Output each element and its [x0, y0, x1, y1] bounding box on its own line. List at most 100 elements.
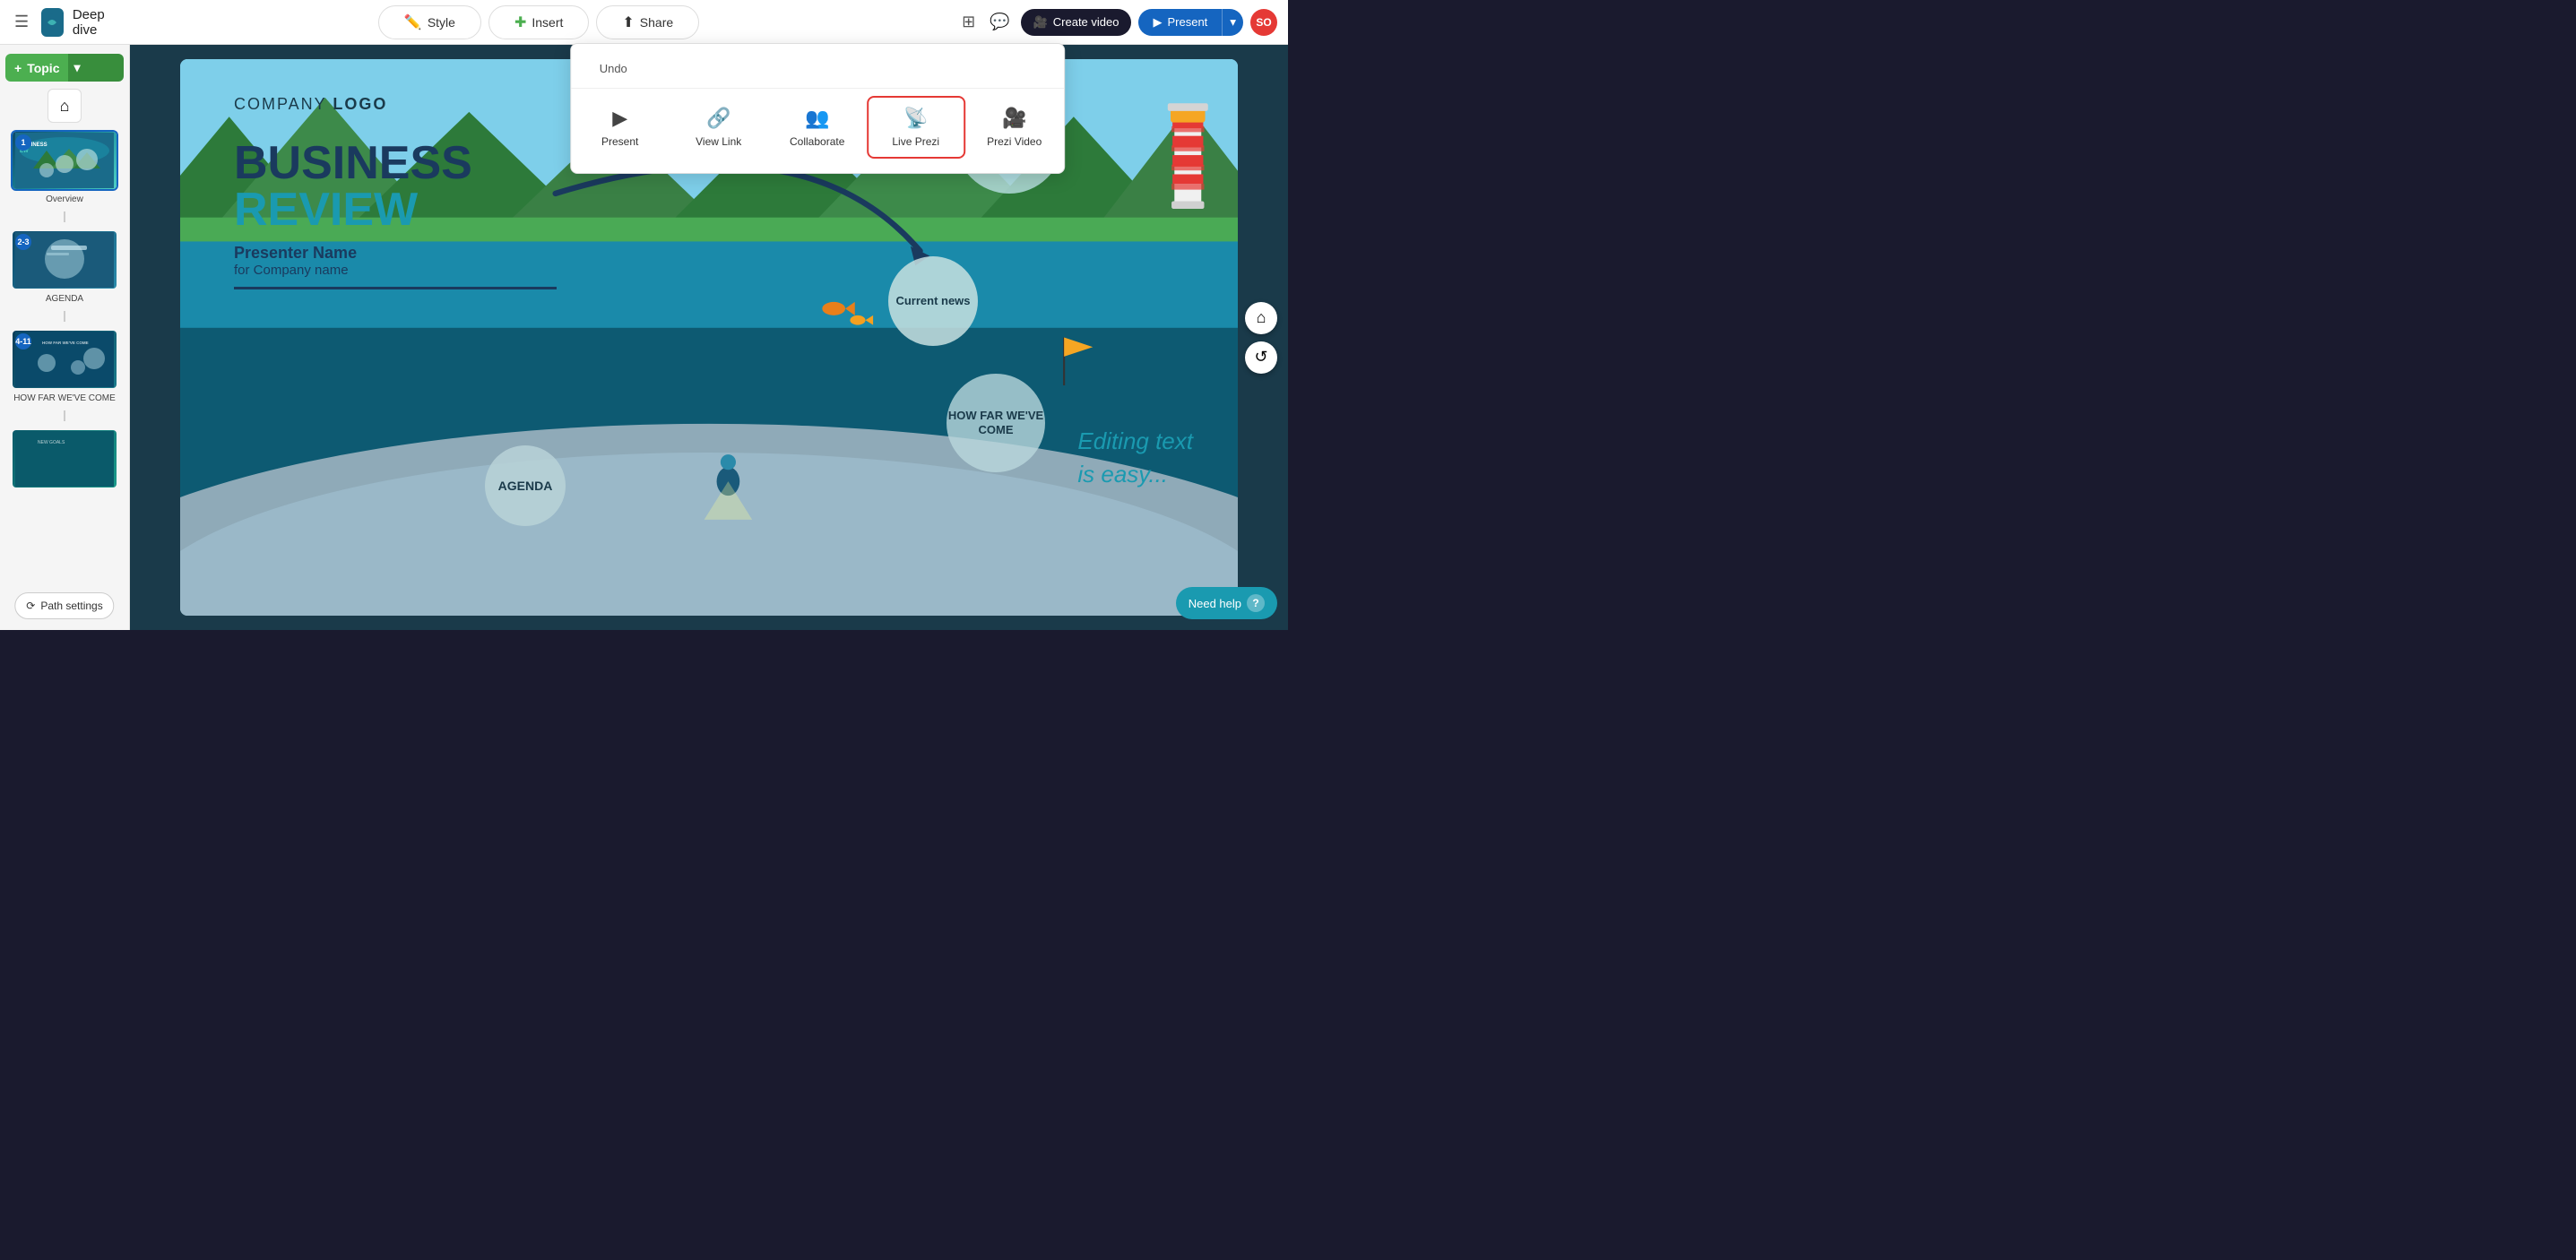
viewlink-label: View Link — [696, 135, 741, 148]
back-side-button[interactable]: ↺ — [1245, 341, 1277, 374]
review-text: REVIEW — [234, 186, 557, 233]
share-liveprezi-item[interactable]: 📡 Live Prezi — [867, 96, 965, 159]
topic-button[interactable]: + Topic — [5, 54, 68, 82]
need-help-label: Need help — [1189, 597, 1241, 610]
share-icon: ⬆ — [622, 13, 634, 31]
svg-text:HOW FAR WE'VE COME: HOW FAR WE'VE COME — [42, 341, 89, 345]
liveprezi-label: Live Prezi — [892, 135, 939, 148]
path-settings-label: Path settings — [40, 600, 102, 612]
slide-thumb-overview: 1 BUSINESSEW — [11, 130, 118, 191]
present-dropdown-button[interactable]: ▾ — [1222, 9, 1243, 36]
slide-preview-newgoals: NEW GOALS — [13, 430, 117, 488]
right-side-buttons: ⌂ ↺ — [1245, 302, 1277, 374]
present-main-button[interactable]: ▶ Present — [1138, 9, 1222, 36]
present-play-icon: ▶ — [612, 107, 627, 130]
style-label: Style — [428, 15, 455, 30]
link-icon: 🔗 — [706, 107, 730, 130]
slide-overview[interactable]: 1 BUSINESSEW Overview — [11, 130, 118, 204]
collaborate-label: Collaborate — [790, 135, 844, 148]
path-settings-icon: ⟳ — [26, 600, 35, 612]
agenda-circle[interactable]: AGENDA — [485, 445, 566, 526]
slide-thumb-agenda: 2-3 — [11, 229, 118, 290]
chat-button[interactable]: 💬 — [986, 9, 1013, 35]
slide-preview-overview: 1 BUSINESSEW — [13, 132, 117, 189]
plus-icon: + — [14, 61, 22, 75]
grid-view-button[interactable]: ⊞ — [958, 9, 979, 35]
share-button[interactable]: ⬆ Share — [596, 5, 699, 39]
app-logo — [41, 8, 64, 37]
slide-howfar[interactable]: 4-11 HOW FAR WE'VE COME HOW FAR WE'VE CO… — [11, 329, 118, 403]
slide-badge-1: 1 — [15, 134, 31, 151]
home-button[interactable]: ⌂ — [48, 89, 82, 123]
presenter-name: Presenter Name — [234, 244, 557, 263]
slide-label-overview: Overview — [46, 194, 83, 204]
style-icon: ✏️ — [404, 13, 422, 31]
home-side-button[interactable]: ⌂ — [1245, 302, 1277, 334]
svg-text:NEW GOALS: NEW GOALS — [38, 440, 65, 445]
present-label: Present — [1167, 15, 1207, 29]
liveprezi-icon: 📡 — [903, 107, 928, 130]
undo-button[interactable]: Undo — [585, 56, 642, 81]
top-bar-left: ☰ Deep dive — [0, 7, 130, 38]
collaborate-icon: 👥 — [805, 107, 829, 130]
user-avatar[interactable]: SO — [1250, 9, 1277, 36]
question-mark: ? — [1252, 597, 1258, 609]
presenter-company: for Company name — [234, 263, 557, 278]
business-review-text: BUSINESS REVIEW Presenter Name for Compa… — [234, 140, 557, 289]
share-label: Share — [640, 15, 673, 30]
editing-text: Editing text is easy... — [1077, 425, 1193, 490]
nav-buttons: ✏️ Style ✚ Insert ⬆ Share — [130, 5, 947, 39]
video-camera-icon: 🎥 — [1033, 15, 1048, 30]
sidebar: + Topic ▾ ⌂ 1 BUSINESSEW Overview 2-3 AG… — [0, 45, 130, 630]
company-logo: COMPANY LOGO — [234, 95, 387, 114]
present-button-group: ▶ Present ▾ — [1138, 9, 1243, 36]
topic-label: Topic — [27, 61, 59, 75]
create-video-label: Create video — [1053, 15, 1119, 29]
slide-connector-3 — [64, 410, 65, 421]
slide-badge-411: 4-11 — [15, 333, 31, 350]
slide-connector-1 — [64, 211, 65, 222]
how-far-label: HOW FAR WE'VE COME — [947, 409, 1045, 436]
need-help-button[interactable]: Need help ? — [1176, 587, 1277, 619]
current-news-label: Current news — [895, 294, 970, 308]
path-settings-button[interactable]: ⟳ Path settings — [14, 592, 114, 619]
hamburger-menu-button[interactable]: ☰ — [11, 9, 32, 35]
prezivideo-icon: 🎥 — [1002, 107, 1026, 130]
editing-text-line2: is easy... — [1077, 461, 1168, 488]
insert-button[interactable]: ✚ Insert — [488, 5, 589, 39]
agenda-label: AGENDA — [498, 479, 553, 494]
current-news-circle[interactable]: Current news — [888, 256, 978, 346]
topic-arrow-button[interactable]: ▾ — [68, 54, 124, 82]
slide-newgoals[interactable]: NEW GOALS — [11, 428, 118, 489]
share-viewlink-item[interactable]: 🔗 View Link — [670, 96, 768, 159]
how-far-circle[interactable]: HOW FAR WE'VE COME — [947, 374, 1045, 472]
share-prezivideo-item[interactable]: 🎥 Prezi Video — [965, 96, 1064, 159]
home-icon: ⌂ — [60, 97, 70, 116]
slide-label-howfar: HOW FAR WE'VE COME — [13, 393, 116, 403]
slide-preview-agenda: 2-3 — [13, 231, 117, 289]
share-collaborate-item[interactable]: 👥 Collaborate — [768, 96, 867, 159]
present-item-label: Present — [601, 135, 638, 148]
slide-thumb-newgoals: NEW GOALS — [11, 428, 118, 489]
prezivideo-label: Prezi Video — [987, 135, 1042, 148]
slide-thumb-howfar: 4-11 HOW FAR WE'VE COME — [11, 329, 118, 390]
slide-label-agenda: AGENDA — [46, 294, 83, 304]
top-bar: ☰ Deep dive ✏️ Style ✚ Insert ⬆ Share Un… — [0, 0, 1288, 45]
insert-icon: ✚ — [514, 13, 526, 31]
slide-badge-23: 2-3 — [15, 234, 31, 250]
share-dropdown: Undo ▶ Present 🔗 View Link 👥 Collaborate… — [570, 43, 1065, 174]
business-text: BUSINESS — [234, 140, 557, 186]
slide-agenda[interactable]: 2-3 AGENDA — [11, 229, 118, 304]
share-present-item[interactable]: ▶ Present — [571, 96, 670, 159]
create-video-button[interactable]: 🎥 Create video — [1021, 9, 1132, 36]
insert-label: Insert — [532, 15, 563, 30]
topic-button-group: + Topic ▾ — [5, 54, 124, 82]
top-bar-right: ⊞ 💬 🎥 Create video ▶ Present ▾ SO — [947, 9, 1288, 36]
present-play-icon2: ▶ — [1153, 15, 1162, 30]
share-menu-items: ▶ Present 🔗 View Link 👥 Collaborate 📡 Li… — [571, 89, 1064, 166]
share-dropdown-top: Undo — [571, 51, 1064, 89]
help-circle-icon: ? — [1247, 594, 1265, 612]
style-button[interactable]: ✏️ Style — [378, 5, 481, 39]
slide-preview-howfar: 4-11 HOW FAR WE'VE COME — [13, 331, 117, 388]
slide-connector-2 — [64, 311, 65, 322]
